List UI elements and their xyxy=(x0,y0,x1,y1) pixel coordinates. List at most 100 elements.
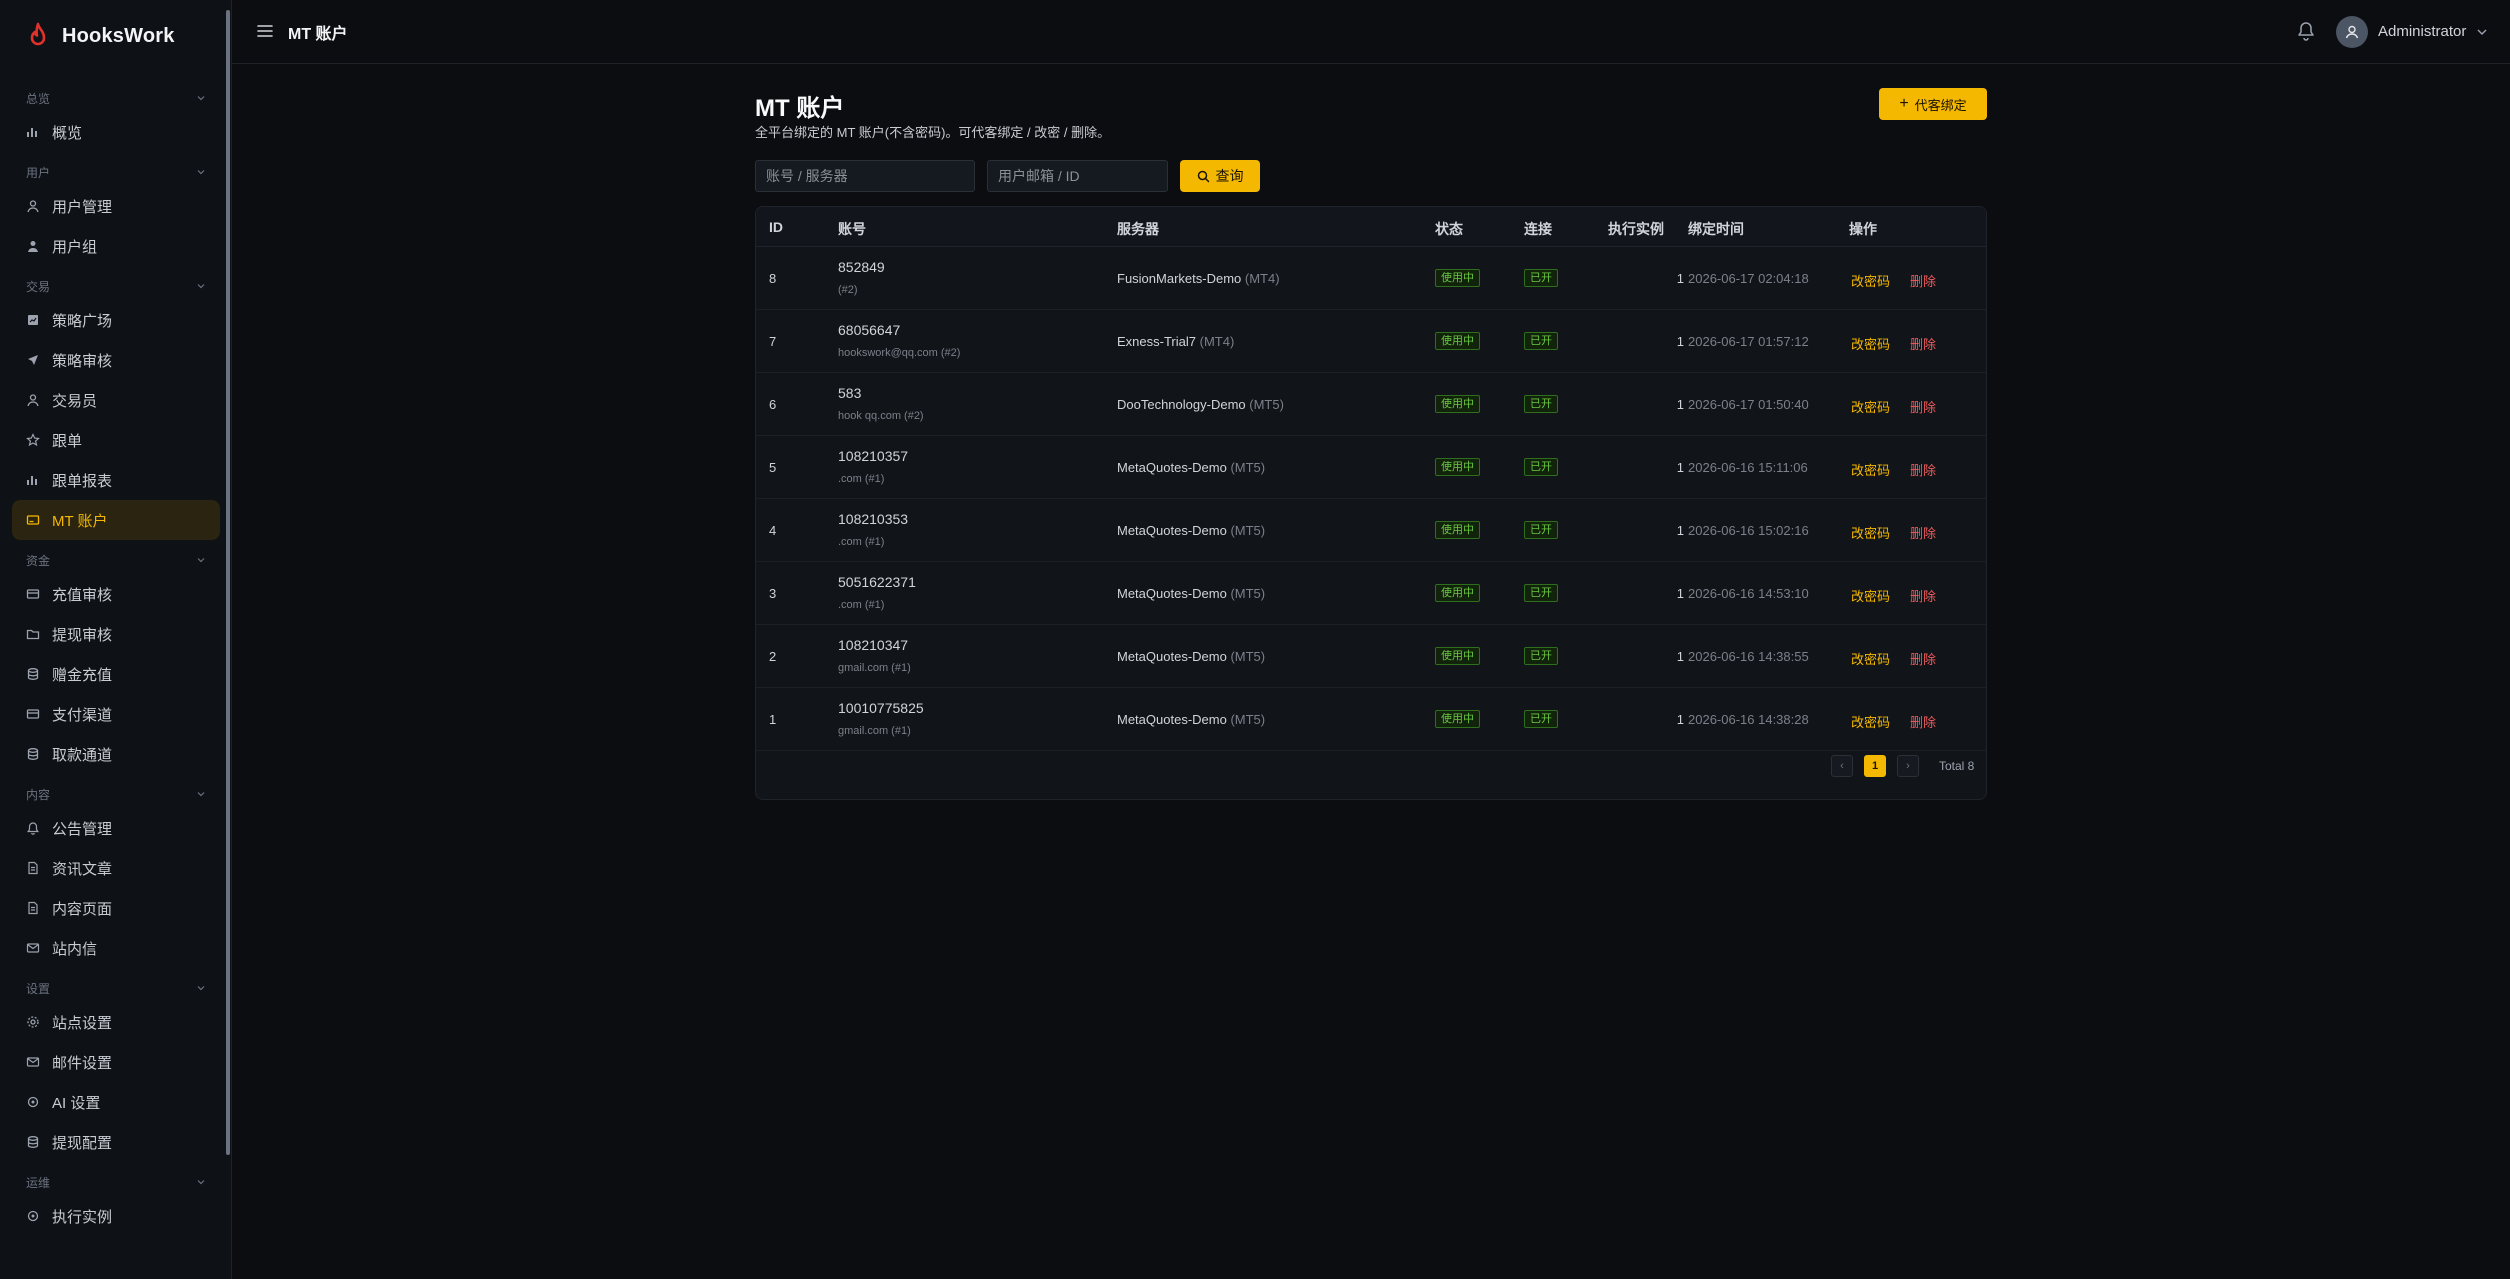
sidebar-item[interactable]: 策略审核 xyxy=(12,340,220,380)
sidebar-item[interactable]: 用户组 xyxy=(12,226,220,266)
chevron-down-icon[interactable] xyxy=(2476,26,2488,38)
change-password-link[interactable]: 改密码 xyxy=(1851,649,1890,668)
gear-icon xyxy=(27,1016,39,1028)
plus-icon: + xyxy=(1899,95,1909,112)
delete-link[interactable]: 删除 xyxy=(1910,460,1936,479)
change-password-link[interactable]: 改密码 xyxy=(1851,271,1890,290)
nav-group-title[interactable]: 交易 xyxy=(0,272,231,300)
account-search-input[interactable] xyxy=(755,160,975,192)
user-icon xyxy=(27,394,39,407)
sidebar-item[interactable]: 资讯文章 xyxy=(12,848,220,888)
chevron-down-icon[interactable] xyxy=(196,555,206,565)
connection-badge: 已开 xyxy=(1524,521,1558,539)
sidebar: HooksWork 总览 概览用户 用户管理 用户组交易 策略广场 策略审核 交易员 跟单 跟单… xyxy=(0,0,232,1279)
folder-icon xyxy=(26,629,40,640)
chevron-down-icon[interactable] xyxy=(196,789,206,799)
cell-email: gmail.com (#1) xyxy=(838,725,911,737)
sidebar-item[interactable]: 邮件设置 xyxy=(12,1042,220,1082)
delete-link[interactable]: 删除 xyxy=(1910,271,1936,290)
cell-bind-time: 2026-06-17 02:04:18 xyxy=(1688,271,1809,286)
change-password-link[interactable]: 改密码 xyxy=(1851,586,1890,605)
chevron-down-icon[interactable] xyxy=(196,1177,206,1187)
delete-link[interactable]: 删除 xyxy=(1910,586,1936,605)
chevron-down-icon[interactable] xyxy=(196,167,206,177)
delete-link[interactable]: 删除 xyxy=(1910,523,1936,542)
sidebar-item[interactable]: 支付渠道 xyxy=(12,694,220,734)
avatar[interactable] xyxy=(2336,16,2368,48)
nav-group-title[interactable]: 总览 xyxy=(0,84,231,112)
sidebar-item[interactable]: 策略广场 xyxy=(12,300,220,340)
status-badge: 使用中 xyxy=(1435,332,1480,350)
connection-badge: 已开 xyxy=(1524,395,1558,413)
sidebar-item[interactable]: 公告管理 xyxy=(12,808,220,848)
connection-badge: 已开 xyxy=(1524,332,1558,350)
delete-link[interactable]: 删除 xyxy=(1910,712,1936,731)
nav-group-title[interactable]: 用户 xyxy=(0,158,231,186)
brand[interactable]: HooksWork xyxy=(26,20,175,52)
nav-group-title[interactable]: 资金 xyxy=(0,546,231,574)
connection-badge: 已开 xyxy=(1524,710,1558,728)
user-search-input[interactable] xyxy=(987,160,1168,192)
sidebar-scrollbar[interactable] xyxy=(226,10,230,1155)
cell-account: 852849 xyxy=(838,259,885,275)
bell-icon[interactable] xyxy=(2296,20,2316,42)
sidebar-item[interactable]: MT 账户 xyxy=(12,500,220,540)
proxy-bind-button[interactable]: + 代客绑定 xyxy=(1879,88,1987,120)
sidebar-item[interactable]: 充值审核 xyxy=(12,574,220,614)
search-filters: 查询 xyxy=(755,160,1260,192)
sidebar-item[interactable]: 站点设置 xyxy=(12,1002,220,1042)
sidebar-item[interactable]: 内容页面 xyxy=(12,888,220,928)
database-icon xyxy=(27,1136,39,1148)
sidebar-item[interactable]: 用户管理 xyxy=(12,186,220,226)
chevron-down-icon[interactable] xyxy=(196,93,206,103)
page-title: MT 账户 xyxy=(755,95,845,122)
status-badge: 使用中 xyxy=(1435,395,1480,413)
status-badge: 使用中 xyxy=(1435,647,1480,665)
cell-server: MetaQuotes-Demo (MT5) xyxy=(1117,712,1265,727)
sidebar-item[interactable]: 提现审核 xyxy=(12,614,220,654)
change-password-link[interactable]: 改密码 xyxy=(1851,460,1890,479)
cell-server: MetaQuotes-Demo (MT5) xyxy=(1117,649,1265,664)
cell-email: .com (#1) xyxy=(838,536,885,548)
sidebar-item[interactable]: 交易员 xyxy=(12,380,220,420)
sidebar-item[interactable]: 执行实例 xyxy=(12,1196,220,1236)
cell-id: 1 xyxy=(769,712,777,727)
user-name[interactable]: Administrator xyxy=(2378,23,2466,40)
sidebar-item[interactable]: 跟单报表 xyxy=(12,460,220,500)
sidebar-item[interactable]: 站内信 xyxy=(12,928,220,968)
send-icon xyxy=(28,355,38,365)
prev-page-button[interactable]: ‹ xyxy=(1831,755,1853,777)
table-row: 5 108210357 .com (#1) MetaQuotes-Demo (MT5)… xyxy=(756,436,1986,499)
sidebar-item-label: AI 设置 xyxy=(52,1094,101,1112)
sidebar-item[interactable]: AI 设置 xyxy=(12,1082,220,1122)
circle-icon xyxy=(27,1210,39,1222)
nav-group-label: 资金 xyxy=(26,553,51,568)
chevron-down-icon[interactable] xyxy=(196,983,206,993)
sidebar-item[interactable]: 跟单 xyxy=(12,420,220,460)
sidebar-item[interactable]: 取款通道 xyxy=(12,734,220,774)
cell-id: 6 xyxy=(769,397,777,412)
chevron-down-icon[interactable] xyxy=(196,281,206,291)
wallet-icon xyxy=(26,589,40,599)
change-password-link[interactable]: 改密码 xyxy=(1851,712,1890,731)
delete-link[interactable]: 删除 xyxy=(1910,649,1936,668)
delete-link[interactable]: 删除 xyxy=(1910,397,1936,416)
cell-instances: 1 xyxy=(1676,523,1684,538)
page-1-button[interactable]: 1 xyxy=(1864,755,1886,777)
sidebar-item[interactable]: 提现配置 xyxy=(12,1122,220,1162)
change-password-link[interactable]: 改密码 xyxy=(1851,397,1890,416)
sidebar-item[interactable]: 概览 xyxy=(12,112,220,152)
change-password-link[interactable]: 改密码 xyxy=(1851,334,1890,353)
cell-bind-time: 2026-06-17 01:57:12 xyxy=(1688,334,1809,349)
menu-toggle-icon[interactable] xyxy=(256,22,274,40)
sidebar-item[interactable]: 赠金充值 xyxy=(12,654,220,694)
next-page-button[interactable]: › xyxy=(1897,755,1919,777)
nav-group-title[interactable]: 设置 xyxy=(0,974,231,1002)
delete-link[interactable]: 删除 xyxy=(1910,334,1936,353)
change-password-link[interactable]: 改密码 xyxy=(1851,523,1890,542)
query-button[interactable]: 查询 xyxy=(1180,160,1260,192)
nav-group-title[interactable]: 运维 xyxy=(0,1168,231,1196)
document-icon xyxy=(28,861,38,875)
cell-id: 7 xyxy=(769,334,777,349)
nav-group-title[interactable]: 内容 xyxy=(0,780,231,808)
